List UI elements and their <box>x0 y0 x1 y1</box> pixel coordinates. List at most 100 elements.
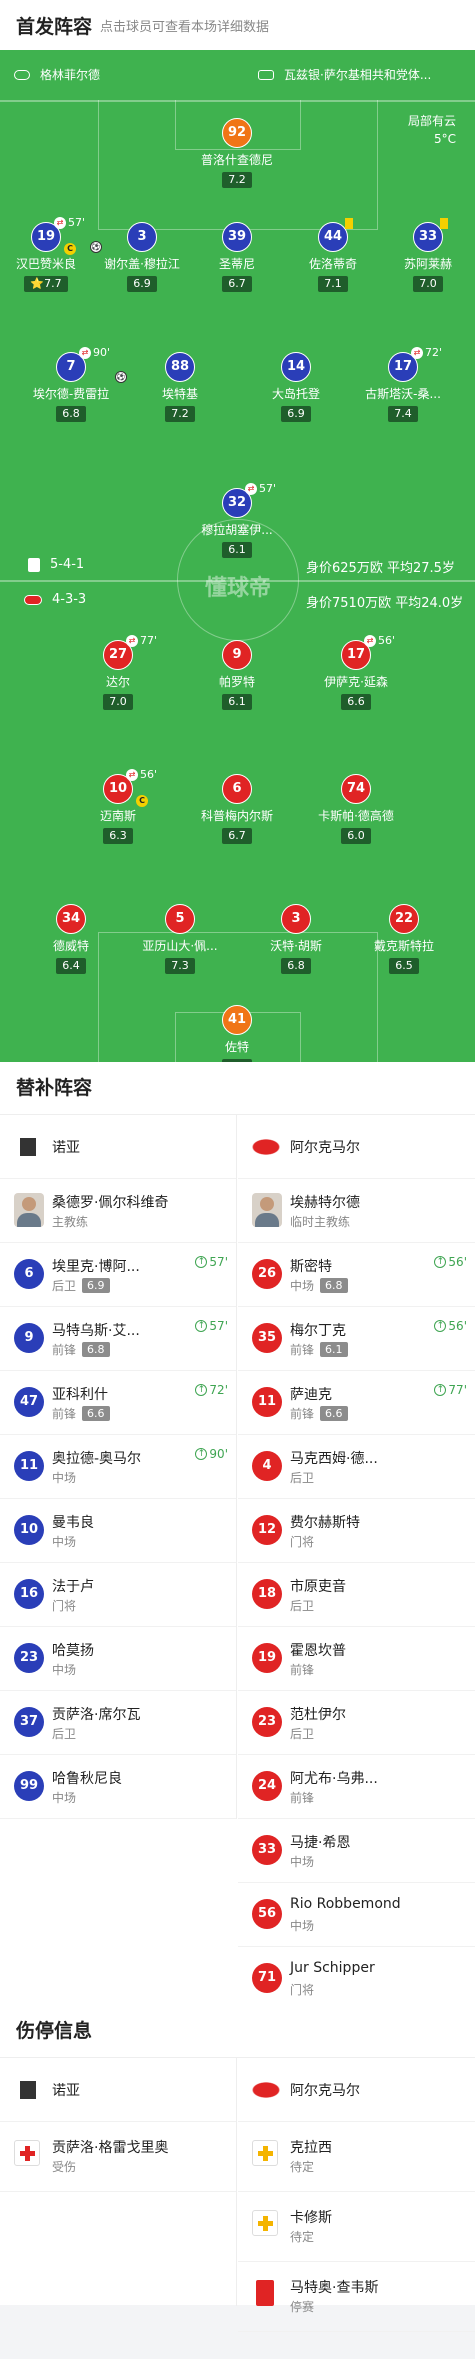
player-name: 阿尤布·乌弗... <box>290 1771 378 1787</box>
sub-player-row[interactable]: 26 斯密特 中场 6.8 ↑ 56' <box>238 1243 475 1307</box>
player-position: 前锋 <box>290 1343 315 1357</box>
player-meta: 前锋 6.6 <box>290 1405 348 1422</box>
injury-status: 停赛 <box>290 2300 315 2314</box>
shirt-number: 9 <box>222 640 252 670</box>
player-name: 沃特·胡斯 <box>270 939 322 953</box>
sub-player-row[interactable]: 19 霍恩坎普 前锋 <box>238 1627 475 1691</box>
home-player[interactable]: 32 ⇄ 57' 穆拉胡塞伊... 6.1 <box>187 482 287 558</box>
home-player[interactable]: 33 苏阿莱赫 7.0 <box>378 218 475 292</box>
weather-temp: 5°C <box>433 132 456 146</box>
sub-off-indicator: ⇄ 57' <box>245 482 276 495</box>
home-team-row[interactable]: 诺亚 <box>0 2058 236 2122</box>
away-player[interactable]: 9 帕罗特 6.1 <box>187 640 287 710</box>
sub-player-row[interactable]: 71 Jur Schipper 门将 <box>238 1947 475 2011</box>
sub-time: 56' <box>140 768 158 781</box>
away-player[interactable]: 5 亚历山大·佩... 7.3 <box>130 904 230 974</box>
player-meta: 门将 <box>52 1597 76 1614</box>
player-position: 后卫 <box>290 1599 315 1613</box>
away-formation: 4-3-3 <box>24 592 86 607</box>
away-coach[interactable]: 埃赫特尔德 临时主教练 <box>238 1179 475 1243</box>
injury-row[interactable]: 马特奥·查韦斯 停赛 <box>238 2262 475 2332</box>
player-position: 后卫 <box>290 1471 315 1485</box>
away-formation-text: 4-3-3 <box>52 592 87 607</box>
sub-time: 77' <box>448 1383 467 1397</box>
sub-player-row[interactable]: 9 马特乌斯·艾... 前锋 6.8 ↑ 57' <box>0 1307 236 1371</box>
sub-time: 57' <box>68 216 86 229</box>
substitution-icon: ⇄ <box>79 346 91 359</box>
injury-title: 伤停信息 <box>0 2005 475 2058</box>
home-team-row[interactable]: 诺亚 <box>0 1115 236 1179</box>
away-player[interactable]: 3 沃特·胡斯 6.8 <box>246 904 346 974</box>
sub-on-time: ↑ 90' <box>195 1447 228 1461</box>
home-player[interactable]: 3 谢尔盖·穆拉江 6.9 <box>92 222 192 292</box>
captain-icon: C <box>136 795 148 807</box>
home-player[interactable]: 44 佐洛蒂奇 7.1 <box>283 218 383 292</box>
sub-player-row[interactable]: 23 范杜伊尔 后卫 <box>238 1691 475 1755</box>
home-player[interactable]: 7 ⚽ ⇄ 90' 埃尔德-费雷拉 6.8 <box>21 346 127 422</box>
player-name: 亚科利什 <box>52 1387 108 1403</box>
home-player[interactable]: 92 普洛什查德尼 7.2 <box>187 118 287 188</box>
away-player[interactable]: 10 C ⇄ 56' 迈南斯 6.3 <box>68 768 168 844</box>
player-name: 埃里克·博阿... <box>52 1259 140 1275</box>
sub-time: 72' <box>209 1383 228 1397</box>
away-player[interactable]: 27 ⇄ 77' 达尔 7.0 <box>68 634 168 710</box>
player-rating: 6.6 <box>82 1406 110 1421</box>
injury-status: 待定 <box>290 2230 315 2244</box>
sub-player-row[interactable]: 4 马克西姆·德... 后卫 <box>238 1435 475 1499</box>
sub-player-row[interactable]: 24 阿尤布·乌弗... 前锋 <box>238 1755 475 1819</box>
player-rating: 6.6 <box>320 1406 348 1421</box>
sub-player-row[interactable]: 35 梅尔丁克 前锋 6.1 ↑ 56' <box>238 1307 475 1371</box>
sub-player-row[interactable]: 18 市原吏音 后卫 <box>238 1563 475 1627</box>
home-team-icon <box>28 557 40 572</box>
sub-player-row[interactable]: 16 法于卢 门将 <box>0 1563 236 1627</box>
player-rating: 6.1 <box>222 694 252 710</box>
away-team-row[interactable]: 阿尔克马尔 <box>238 1115 475 1179</box>
injury-row[interactable]: 卡修斯 待定 <box>238 2192 475 2262</box>
injury-row[interactable]: 贡萨洛·格雷戈里奥 受伤 <box>0 2122 236 2192</box>
player-name: 埃尔德-费雷拉 <box>32 387 110 401</box>
away-player[interactable]: 22 戴克斯特拉 6.5 <box>354 904 454 974</box>
sub-player-row[interactable]: 10 曼韦良 中场 <box>0 1499 236 1563</box>
away-player[interactable]: 6 科普梅内尔斯 6.7 <box>187 774 287 844</box>
home-player[interactable]: 39 圣蒂尼 6.7 <box>187 222 287 292</box>
away-player[interactable]: 17 ⇄ 56' 伊萨克·延森 6.6 <box>306 634 406 710</box>
home-player[interactable]: 19 C ⚽ ⇄ 57' 汉巴赞米良 ⭐7.7 <box>0 216 102 292</box>
sub-player-row[interactable]: 37 贡萨洛·席尔瓦 后卫 <box>0 1691 236 1755</box>
home-player[interactable]: 17 ⇄ 72' 古斯塔沃-桑... 7.4 <box>353 346 453 422</box>
sub-time: 57' <box>209 1255 228 1269</box>
player-meta: 中场 <box>290 1917 314 1934</box>
player-meta: 门将 <box>290 1981 314 1998</box>
home-player[interactable]: 14 大岛托登 6.9 <box>246 352 346 422</box>
sub-player-row[interactable]: 11 萨迪克 前锋 6.6 ↑ 77' <box>238 1371 475 1435</box>
home-coach[interactable]: 桑德罗·佩尔科维奇 主教练 <box>0 1179 236 1243</box>
away-team-icon <box>24 594 42 605</box>
player-meta: 后卫 <box>290 1597 314 1614</box>
player-name: 圣蒂尼 <box>218 257 255 271</box>
shirt-number: 23 <box>252 1707 282 1737</box>
sub-player-row[interactable]: 33 马捷·希恩 中场 <box>238 1819 475 1883</box>
sub-player-row[interactable]: 23 哈莫扬 中场 <box>0 1627 236 1691</box>
sub-player-row[interactable]: 11 奥拉德-奥马尔 中场 ↑ 90' <box>0 1435 236 1499</box>
sub-player-row[interactable]: 47 亚科利什 前锋 6.6 ↑ 72' <box>0 1371 236 1435</box>
player-meta: 中场 <box>290 1853 314 1870</box>
away-player[interactable]: 41佐特6.9 <box>187 1005 287 1062</box>
away-player[interactable]: 74 卡斯帕·德高德 6.0 <box>306 774 406 844</box>
sub-player-row[interactable]: 56 Rio Robbemond 中场 <box>238 1883 475 1947</box>
home-player[interactable]: 88 埃特基 7.2 <box>130 352 230 422</box>
sub-off-indicator: ⇄ 56' <box>364 634 395 647</box>
shirt-number: 33 <box>252 1835 282 1865</box>
player-meta: 后卫 <box>290 1469 314 1486</box>
sub-player-row[interactable]: 6 埃里克·博阿... 后卫 6.9 ↑ 57' <box>0 1243 236 1307</box>
player-name: 哈莫扬 <box>52 1643 94 1659</box>
player-position: 中场 <box>52 1791 77 1805</box>
away-team-row[interactable]: 阿尔克马尔 <box>238 2058 475 2122</box>
injury-row[interactable]: 克拉西 待定 <box>238 2122 475 2192</box>
shirt-number: 39 <box>222 222 252 252</box>
player-rating: 6.7 <box>222 276 252 292</box>
sub-player-row[interactable]: 12 费尔赫斯特 门将 <box>238 1499 475 1563</box>
home-team-label: 诺亚 <box>52 2083 80 2099</box>
sub-player-row[interactable]: 99 哈鲁秋尼良 中场 <box>0 1755 236 1819</box>
player-rating: 7.2 <box>222 172 252 188</box>
away-player[interactable]: 34 德威特 6.4 <box>21 904 121 974</box>
home-stats: 身价625万欧 平均27.5岁 <box>306 561 455 576</box>
